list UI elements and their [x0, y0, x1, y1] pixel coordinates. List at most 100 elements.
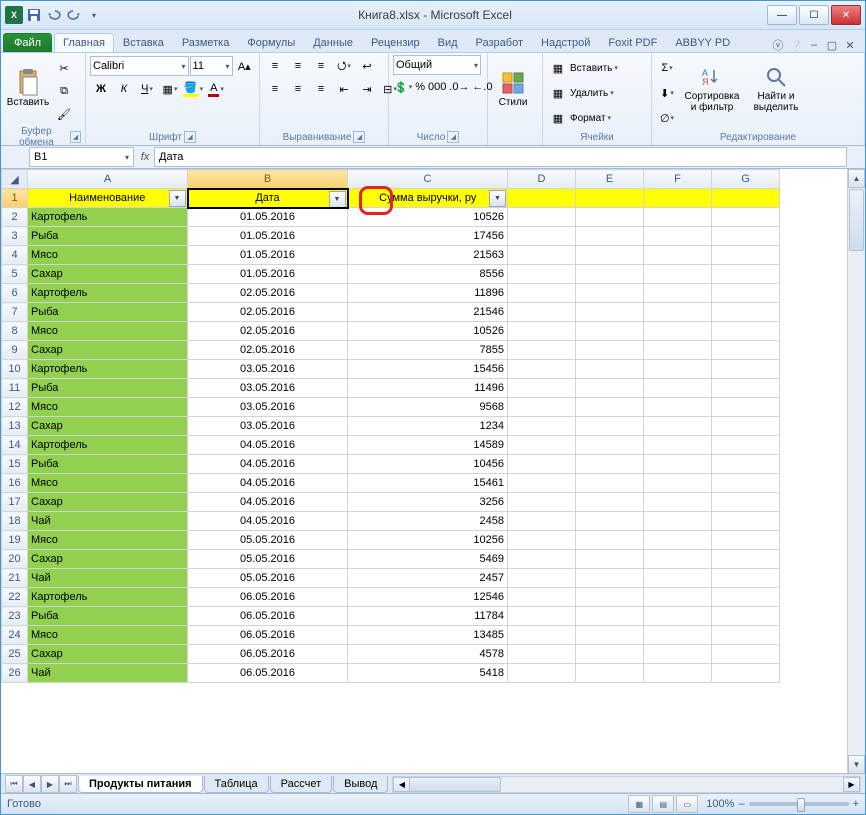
cell-F9[interactable] [644, 341, 712, 360]
cell-C20[interactable]: 5469 [348, 550, 508, 569]
cell-E23[interactable] [576, 607, 644, 626]
view-pagebreak-icon[interactable]: ▭ [676, 795, 698, 813]
cell-E6[interactable] [576, 284, 644, 303]
row-header-10[interactable]: 10 [2, 360, 28, 379]
comma-icon[interactable]: 000 [427, 76, 447, 98]
cell-A17[interactable]: Сахар [28, 493, 188, 512]
cell-D7[interactable] [508, 303, 576, 322]
cell-G2[interactable] [712, 208, 780, 227]
sheet-tab-2[interactable]: Таблица [204, 776, 269, 793]
cell-E15[interactable] [576, 455, 644, 474]
col-header-B[interactable]: B [188, 170, 348, 189]
cell-D15[interactable] [508, 455, 576, 474]
cell-D26[interactable] [508, 664, 576, 683]
cell-A24[interactable]: Мясо [28, 626, 188, 645]
cell-D22[interactable] [508, 588, 576, 607]
tab-home[interactable]: Главная [54, 33, 114, 52]
cell-A1[interactable]: Наименование▼ [28, 189, 188, 208]
cell-E18[interactable] [576, 512, 644, 531]
cell-F4[interactable] [644, 246, 712, 265]
cell-F1[interactable] [644, 189, 712, 208]
cell-E12[interactable] [576, 398, 644, 417]
filter-button-C[interactable]: ▼ [489, 190, 506, 207]
copy-icon[interactable]: ⧉ [53, 80, 75, 102]
cell-E13[interactable] [576, 417, 644, 436]
cell-E9[interactable] [576, 341, 644, 360]
cell-D1[interactable] [508, 189, 576, 208]
cell-D11[interactable] [508, 379, 576, 398]
cell-G24[interactable] [712, 626, 780, 645]
cell-F24[interactable] [644, 626, 712, 645]
cell-G26[interactable] [712, 664, 780, 683]
currency-icon[interactable]: 💲▾ [393, 76, 413, 98]
sheet-nav-last[interactable]: ⏭ [59, 775, 77, 793]
tab-file[interactable]: Файл [3, 33, 52, 52]
tab-insert[interactable]: Вставка [114, 33, 173, 52]
cell-D6[interactable] [508, 284, 576, 303]
cell-B9[interactable]: 02.05.2016 [188, 341, 348, 360]
row-header-26[interactable]: 26 [2, 664, 28, 683]
align-bottom-icon[interactable]: ≡ [310, 55, 332, 77]
cells-delete[interactable]: ▦Удалить▾ [547, 82, 618, 104]
cell-A13[interactable]: Сахар [28, 417, 188, 436]
qat-redo[interactable] [65, 6, 83, 24]
cell-F23[interactable] [644, 607, 712, 626]
cell-A2[interactable]: Картофель [28, 208, 188, 227]
tab-foxit[interactable]: Foxit PDF [599, 33, 666, 52]
fill-icon[interactable]: ⬇▾ [656, 82, 678, 104]
cell-C8[interactable]: 10526 [348, 322, 508, 341]
cell-F3[interactable] [644, 227, 712, 246]
cell-B3[interactable]: 01.05.2016 [188, 227, 348, 246]
cell-E22[interactable] [576, 588, 644, 607]
cell-A3[interactable]: Рыба [28, 227, 188, 246]
cell-B23[interactable]: 06.05.2016 [188, 607, 348, 626]
cell-F11[interactable] [644, 379, 712, 398]
orientation-icon[interactable]: ⭯▾ [333, 55, 355, 77]
cell-F26[interactable] [644, 664, 712, 683]
cell-G7[interactable] [712, 303, 780, 322]
row-header-6[interactable]: 6 [2, 284, 28, 303]
doc-min-icon[interactable]: – [807, 38, 821, 52]
cell-B1[interactable]: Дата▼ [188, 189, 348, 208]
cell-F12[interactable] [644, 398, 712, 417]
zoom-out-icon[interactable]: – [738, 798, 744, 810]
row-header-9[interactable]: 9 [2, 341, 28, 360]
scroll-thumb[interactable] [849, 189, 864, 251]
border-icon[interactable]: ▦▾ [159, 78, 181, 100]
cell-B4[interactable]: 01.05.2016 [188, 246, 348, 265]
number-format-combo[interactable]: Общий▾ [393, 55, 481, 75]
cell-A10[interactable]: Картофель [28, 360, 188, 379]
cell-G10[interactable] [712, 360, 780, 379]
cell-B15[interactable]: 04.05.2016 [188, 455, 348, 474]
row-header-18[interactable]: 18 [2, 512, 28, 531]
select-all[interactable]: ◢ [2, 170, 28, 189]
cell-C26[interactable]: 5418 [348, 664, 508, 683]
cell-A5[interactable]: Сахар [28, 265, 188, 284]
horizontal-scrollbar[interactable]: ◀ ▶ [392, 776, 861, 793]
cell-G19[interactable] [712, 531, 780, 550]
fill-color-icon[interactable]: 🪣▾ [182, 78, 204, 100]
underline-icon[interactable]: Ч▾ [136, 78, 158, 100]
align-left-icon[interactable]: ≡ [264, 78, 286, 100]
cell-D3[interactable] [508, 227, 576, 246]
fx-icon[interactable]: fx [136, 148, 154, 166]
hscroll-left-icon[interactable]: ◀ [393, 777, 410, 792]
cell-D25[interactable] [508, 645, 576, 664]
row-header-22[interactable]: 22 [2, 588, 28, 607]
cell-B2[interactable]: 01.05.2016 [188, 208, 348, 227]
row-header-14[interactable]: 14 [2, 436, 28, 455]
cell-B14[interactable]: 04.05.2016 [188, 436, 348, 455]
sheet-tab-1[interactable]: Продукты питания [78, 776, 203, 793]
cell-G22[interactable] [712, 588, 780, 607]
zoom-level[interactable]: 100% [706, 798, 734, 810]
cell-D24[interactable] [508, 626, 576, 645]
tab-abbyy[interactable]: ABBYY PD [666, 33, 739, 52]
cell-E2[interactable] [576, 208, 644, 227]
align-middle-icon[interactable]: ≡ [287, 55, 309, 77]
cell-A25[interactable]: Сахар [28, 645, 188, 664]
cell-D21[interactable] [508, 569, 576, 588]
qat-undo[interactable] [45, 6, 63, 24]
cell-A12[interactable]: Мясо [28, 398, 188, 417]
col-header-E[interactable]: E [576, 170, 644, 189]
cell-B7[interactable]: 02.05.2016 [188, 303, 348, 322]
